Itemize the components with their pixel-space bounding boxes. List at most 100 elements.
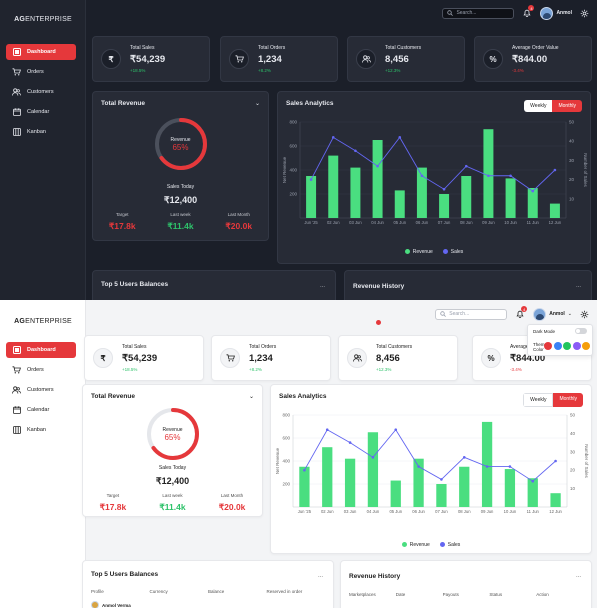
dark-mode-toggle[interactable] (575, 328, 587, 334)
table-header: Profile Currency Balance Reserved in order (91, 589, 325, 594)
sidebar-item-kanban[interactable]: Kanban (6, 422, 76, 438)
sales-today-value: ₹12,400 (163, 195, 198, 205)
more-options-icon[interactable]: ... (576, 283, 581, 289)
metric-value: ₹11.4k (159, 502, 186, 512)
dark-mode-view: AGENTERPRISE Dashboard Orders Customers Cal… (0, 0, 597, 300)
notification-badge: 4 (528, 5, 535, 11)
sales-point (508, 465, 512, 468)
stat-label: Total Orders (258, 45, 286, 51)
more-options-icon[interactable]: ... (320, 283, 325, 289)
sidebar-item-orders[interactable]: Orders (6, 362, 76, 378)
search-input[interactable]: Search... (435, 308, 508, 320)
x-tick: 07 Jun (435, 509, 448, 514)
sidebar-item-dashboard[interactable]: Dashboard (6, 44, 76, 60)
x-tick: 09 Jun (481, 509, 494, 514)
color-swatches (544, 342, 590, 350)
more-options-icon[interactable]: ... (318, 573, 323, 579)
revenue-bar (436, 484, 447, 507)
rupee-icon: ₹ (93, 348, 113, 368)
revenue-bar (527, 188, 538, 218)
theme-settings-popup: Dark Mode Theme Color (527, 324, 593, 356)
notification-button[interactable]: 4 (522, 5, 535, 18)
stat-value: 1,234 (249, 353, 273, 364)
stat-label: Total Orders (249, 344, 277, 350)
revenue-metric: Target ₹17.8k (109, 212, 136, 232)
sidebar-item-label: Calendar (27, 109, 50, 115)
sidebar-item-label: Dashboard (27, 49, 56, 55)
y-tick-right: 10 (569, 196, 575, 201)
sidebar-item-calendar[interactable]: Calendar (6, 402, 76, 418)
color-swatch[interactable] (582, 342, 590, 350)
y-axis-label-left: Net Revenue (282, 156, 287, 183)
revenue-bar (328, 155, 339, 218)
revenue-metric: Target ₹17.8k (100, 493, 127, 513)
light-mode-view: AGENTERPRISE Dashboard Orders Customers Cal… (0, 300, 597, 608)
sales-point (331, 136, 335, 139)
legend-item[interactable]: Sales (439, 542, 461, 548)
notification-button[interactable]: 4 (515, 306, 528, 319)
sales-point (309, 178, 313, 181)
chevron-down-icon[interactable]: ⌄ (249, 393, 254, 400)
total-revenue-card: Total Revenue ⌄ Revenue 65% Sales Today ₹12,4… (82, 384, 263, 517)
user-menu[interactable]: Anmol (540, 6, 572, 20)
sidebar-item-customers[interactable]: Customers (6, 382, 76, 398)
metric-label: Target (115, 212, 129, 217)
sidebar-item-calendar[interactable]: Calendar (6, 104, 76, 120)
revenue-bar (394, 190, 405, 218)
calendar-icon (12, 406, 21, 415)
sidebar-item-kanban[interactable]: Kanban (6, 124, 76, 140)
stat-label: Total Customers (385, 45, 422, 51)
legend-swatch (442, 249, 448, 255)
x-tick: 03 Jun (349, 220, 362, 225)
avatar (91, 601, 99, 608)
legend-item[interactable]: Revenue (401, 542, 430, 548)
percent-icon: % (481, 348, 501, 368)
sidebar-item-label: Calendar (27, 407, 50, 413)
stat-label: Total Customers (376, 344, 413, 350)
ring-percent: 65% (172, 142, 189, 152)
user-menu[interactable]: Anmol ⌄ (533, 307, 572, 321)
x-tick: 06 Jun (416, 220, 429, 225)
search-input[interactable]: Search... (442, 7, 515, 19)
stat-change: +12.3% (385, 68, 401, 73)
x-tick: 02 Jun (327, 220, 340, 225)
metric-value: ₹17.8k (108, 221, 136, 231)
indicator-dot (376, 320, 381, 325)
legend-item[interactable]: Revenue (404, 249, 433, 255)
sales-point (462, 456, 466, 459)
more-options-icon[interactable]: ... (576, 573, 581, 579)
legend-item[interactable]: Sales (442, 249, 463, 255)
sidebar-item-orders[interactable]: Orders (6, 64, 76, 80)
table-row[interactable]: Anmol Verma (91, 601, 131, 608)
stat-change: -3.4% (510, 367, 522, 372)
user-name: Anmol Verma (102, 602, 131, 608)
x-tick: 05 Jun (393, 220, 406, 225)
card-title: Total Revenue (91, 393, 135, 400)
legend-label: Sales (447, 542, 461, 548)
color-swatch[interactable] (553, 342, 562, 350)
sidebar-item-dashboard[interactable]: Dashboard (6, 342, 76, 358)
stat-value: ₹54,239 (130, 54, 166, 65)
x-tick: Jun '25 (298, 509, 312, 514)
y-axis-label-right: Number of Sales (584, 444, 589, 478)
sales-point (487, 174, 490, 178)
sales-point (509, 174, 512, 178)
color-swatch[interactable] (572, 342, 581, 350)
color-label: Color (533, 347, 544, 352)
settings-button[interactable] (580, 9, 589, 18)
sales-point (303, 468, 306, 472)
sales-point (464, 164, 468, 168)
y-tick-left: 400 (282, 459, 290, 464)
sidebar-nav: Dashboard Orders Customers Calendar Kanban (6, 44, 76, 144)
card-title: Revenue History (353, 283, 405, 290)
chevron-down-icon[interactable]: ⌄ (255, 100, 260, 107)
x-tick: 09 Jun (482, 220, 495, 225)
color-swatch[interactable] (563, 342, 571, 350)
color-swatch[interactable] (544, 342, 552, 350)
metric-label: Target (106, 493, 120, 498)
legend-swatch (401, 542, 407, 548)
stat-label: Total Sales (130, 45, 155, 51)
settings-button[interactable] (580, 310, 589, 319)
sidebar-item-customers[interactable]: Customers (6, 84, 76, 100)
revenue-bar (483, 129, 494, 218)
